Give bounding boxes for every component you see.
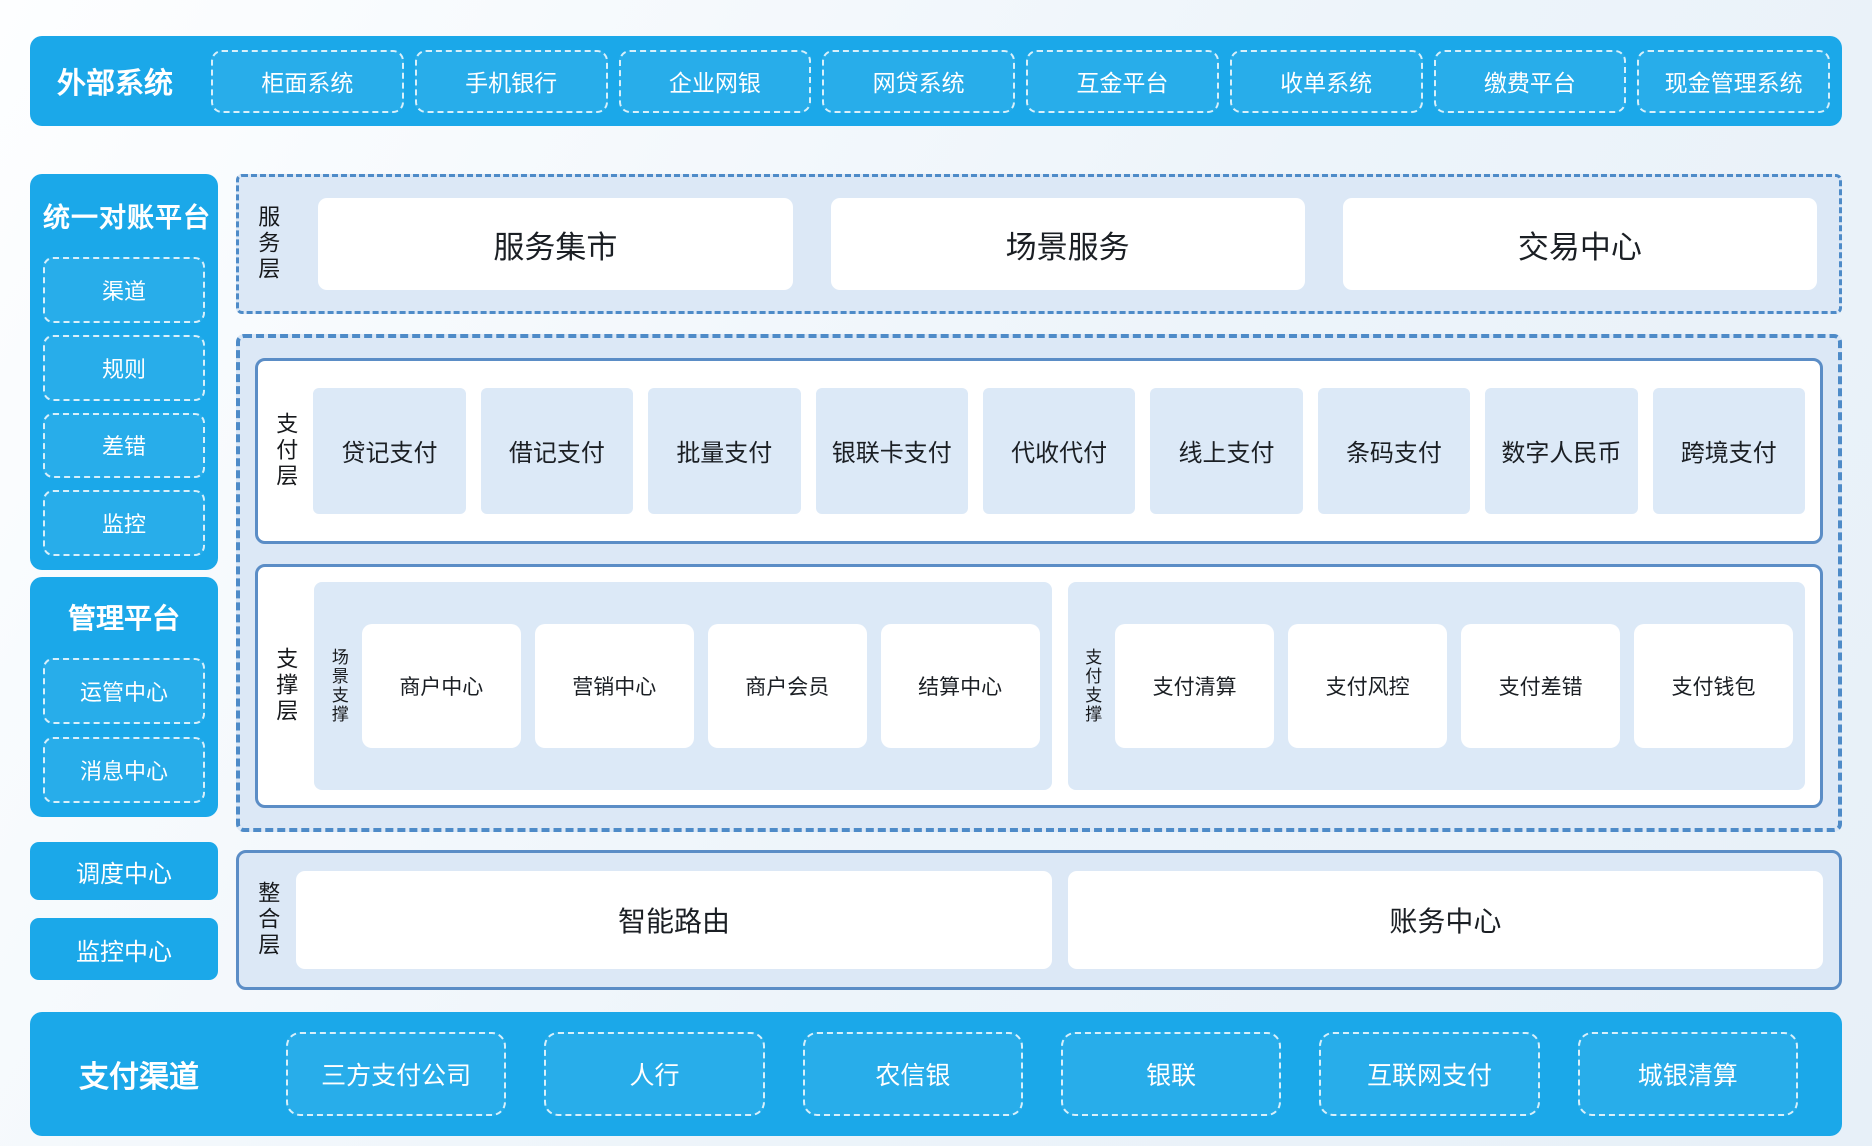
- payment-channel-node: 农信银: [803, 1032, 1023, 1116]
- dispatch-center-block: 调度中心: [30, 842, 218, 900]
- core-layers-wrapper: 支付层 贷记支付 借记支付 批量支付 银联卡支付 代收代付 线上支付 条码支付 …: [236, 334, 1842, 832]
- support-node: 结算中心: [881, 624, 1040, 748]
- integration-node: 智能路由: [296, 871, 1051, 969]
- external-system-node: 柜面系统: [211, 50, 404, 113]
- scenario-support-group: 场景支撑 商户中心 营销中心 商户会员 结算中心: [314, 582, 1051, 790]
- scenario-support-label: 场景支撑: [328, 648, 348, 724]
- payment-channels-bar: 支付渠道 三方支付公司 人行 农信银 银联 互联网支付 城银清算: [30, 1012, 1842, 1136]
- payment-node: 代收代付: [983, 388, 1135, 514]
- reconciliation-node: 规则: [43, 335, 205, 401]
- payment-node: 跨境支付: [1653, 388, 1805, 514]
- support-layer: 支撑层 场景支撑 商户中心 营销中心 商户会员 结算中心 支付支撑 支付清算 支…: [255, 564, 1823, 808]
- external-system-node: 企业网银: [619, 50, 812, 113]
- service-layer-label: 服务层: [255, 205, 280, 283]
- payment-channels-label: 支付渠道: [30, 1052, 248, 1096]
- payment-support-group: 支付支撑 支付清算 支付风控 支付差错 支付钱包: [1068, 582, 1805, 790]
- management-platform-block: 管理平台 运管中心 消息中心: [30, 577, 218, 817]
- support-node: 支付风控: [1288, 624, 1447, 748]
- payment-node: 贷记支付: [313, 388, 465, 514]
- payment-channel-node: 城银清算: [1578, 1032, 1798, 1116]
- payment-support-label: 支付支撑: [1082, 648, 1102, 724]
- service-node: 交易中心: [1343, 198, 1817, 290]
- external-system-node: 收单系统: [1230, 50, 1423, 113]
- payment-channel-node: 人行: [544, 1032, 764, 1116]
- integration-layer: 整合层 智能路由 账务中心: [236, 850, 1842, 990]
- reconciliation-node: 监控: [43, 490, 205, 556]
- payment-node: 批量支付: [648, 388, 800, 514]
- support-node: 营销中心: [535, 624, 694, 748]
- monitor-center-block: 监控中心: [30, 918, 218, 980]
- reconciliation-platform-title: 统一对账平台: [43, 180, 205, 245]
- external-system-node: 互金平台: [1026, 50, 1219, 113]
- reconciliation-platform-block: 统一对账平台 渠道 规则 差错 监控: [30, 174, 218, 570]
- external-system-node: 缴费平台: [1434, 50, 1627, 113]
- reconciliation-node: 差错: [43, 413, 205, 479]
- reconciliation-node: 渠道: [43, 257, 205, 323]
- external-system-node: 现金管理系统: [1637, 50, 1830, 113]
- payment-channel-node: 银联: [1061, 1032, 1281, 1116]
- service-node: 场景服务: [831, 198, 1305, 290]
- support-node: 支付钱包: [1634, 624, 1793, 748]
- payment-channel-node: 三方支付公司: [286, 1032, 506, 1116]
- support-node: 支付差错: [1461, 624, 1620, 748]
- architecture-diagram: 外部系统 柜面系统 手机银行 企业网银 网贷系统 互金平台 收单系统 缴费平台 …: [0, 0, 1872, 1146]
- external-systems-label: 外部系统: [30, 60, 200, 102]
- integration-node: 账务中心: [1068, 871, 1823, 969]
- external-systems-bar: 外部系统 柜面系统 手机银行 企业网银 网贷系统 互金平台 收单系统 缴费平台 …: [30, 36, 1842, 126]
- support-node: 支付清算: [1115, 624, 1274, 748]
- service-node: 服务集市: [318, 198, 792, 290]
- support-node: 商户会员: [708, 624, 867, 748]
- management-platform-title: 管理平台: [43, 583, 205, 645]
- payment-channel-node: 互联网支付: [1319, 1032, 1539, 1116]
- left-sidebar: 统一对账平台 渠道 规则 差错 监控 管理平台 运管中心 消息中心 调度中心 监…: [30, 174, 218, 990]
- integration-layer-label: 整合层: [255, 881, 280, 959]
- payment-node: 数字人民币: [1485, 388, 1637, 514]
- management-node: 运管中心: [43, 658, 205, 724]
- payment-node: 银联卡支付: [816, 388, 968, 514]
- payment-node: 借记支付: [481, 388, 633, 514]
- external-system-node: 手机银行: [415, 50, 608, 113]
- service-layer: 服务层 服务集市 场景服务 交易中心: [236, 174, 1842, 314]
- external-system-node: 网贷系统: [822, 50, 1015, 113]
- payment-node: 线上支付: [1150, 388, 1302, 514]
- payment-node: 条码支付: [1318, 388, 1470, 514]
- management-node: 消息中心: [43, 737, 205, 803]
- middle-region: 统一对账平台 渠道 规则 差错 监控 管理平台 运管中心 消息中心 调度中心 监…: [30, 174, 1842, 990]
- payment-layer-label: 支付层: [273, 412, 298, 490]
- support-node: 商户中心: [362, 624, 521, 748]
- support-layer-label: 支撑层: [273, 647, 298, 725]
- payment-layer: 支付层 贷记支付 借记支付 批量支付 银联卡支付 代收代付 线上支付 条码支付 …: [255, 358, 1823, 544]
- main-layers: 服务层 服务集市 场景服务 交易中心 支付层 贷记支付 借记支付 批量支付 银联…: [236, 174, 1842, 990]
